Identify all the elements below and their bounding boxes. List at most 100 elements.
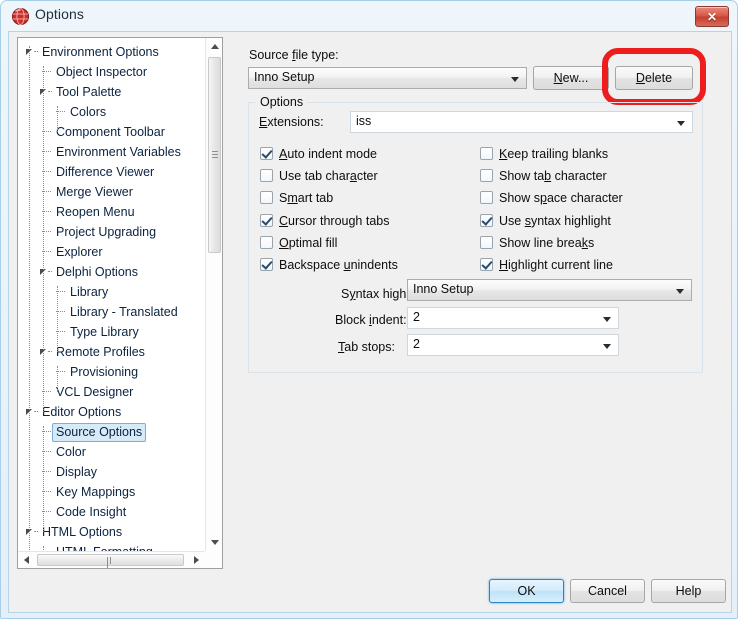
- title-bar: Options ✕: [1, 1, 738, 31]
- tree-connector: [48, 351, 52, 352]
- checkbox-label: Keep trailing blanks: [499, 147, 609, 161]
- tree-item-label: Environment Options: [42, 45, 159, 59]
- tree-item-remote-profiles[interactable]: Remote Profiles: [18, 342, 204, 362]
- grip-icon: [212, 151, 218, 159]
- tree-item-component-toolbar[interactable]: Component Toolbar: [18, 122, 204, 142]
- tree-item-label: Editor Options: [42, 405, 122, 419]
- tree-item-label: VCL Designer: [56, 385, 134, 399]
- checkbox-label: Use syntax highlight: [499, 213, 611, 228]
- tree-item-environment-options[interactable]: Environment Options: [18, 42, 204, 62]
- tree-item-code-insight[interactable]: Code Insight: [18, 502, 204, 522]
- tree-guide-line: [29, 46, 30, 568]
- globe-icon: [12, 8, 29, 25]
- tree-item-tool-palette[interactable]: Tool Palette: [18, 82, 204, 102]
- tree-item-provisioning[interactable]: Provisioning: [18, 362, 204, 382]
- tree-item-label: Library: [70, 285, 109, 299]
- block-indent-value: 2: [413, 310, 420, 324]
- tree-item-project-upgrading[interactable]: Project Upgrading: [18, 222, 204, 242]
- tree-item-html-options[interactable]: HTML Options: [18, 522, 204, 542]
- tree-item-label: Explorer: [56, 245, 103, 259]
- block-indent-combo[interactable]: 2: [407, 307, 619, 329]
- tree-item-difference-viewer[interactable]: Difference Viewer: [18, 162, 204, 182]
- tree-item-label: Tool Palette: [56, 85, 122, 99]
- tree-guide-line: [57, 106, 58, 132]
- tab-stops-value: 2: [413, 337, 420, 351]
- checkbox-checked-icon: [260, 258, 273, 271]
- ok-button[interactable]: OK: [489, 579, 564, 603]
- settings-tree-items: Environment Options Object Inspector Tool …: [18, 42, 204, 568]
- checkbox-icon: [480, 147, 493, 160]
- tree-item-label: Display: [56, 465, 97, 479]
- checkbox-label: Backspace unindents: [279, 258, 398, 272]
- tree-item-type-library[interactable]: Type Library: [18, 322, 204, 342]
- tree-item-colors[interactable]: Colors: [18, 102, 204, 122]
- checkbox-label: Show tab character: [499, 169, 607, 184]
- tree-item-reopen-menu[interactable]: Reopen Menu: [18, 202, 204, 222]
- tree-item-label: Merge Viewer: [56, 185, 133, 199]
- tree-item-delphi-options[interactable]: Delphi Options: [18, 262, 204, 282]
- new-button[interactable]: New...: [533, 66, 609, 90]
- checkbox-icon: [480, 235, 493, 249]
- checkbox-label: Show space character: [499, 191, 623, 206]
- checkbox-icon: [480, 169, 493, 183]
- extensions-value: iss: [356, 114, 372, 128]
- checkbox-label: Cursor through tabs: [279, 213, 390, 228]
- checkbox-label: Optimal fill: [279, 235, 338, 250]
- tree-connector: [48, 271, 52, 272]
- checkbox-checked-icon: [480, 258, 493, 271]
- options-dialog-window: Options ✕ Environment Options Object Insp…: [0, 0, 738, 619]
- close-button[interactable]: ✕: [695, 6, 729, 27]
- tree-item-library[interactable]: Library: [18, 282, 204, 302]
- chevron-right-icon: [194, 556, 199, 564]
- cancel-button[interactable]: Cancel: [570, 579, 645, 603]
- tree-item-environment-variables[interactable]: Environment Variables: [18, 142, 204, 162]
- tree-item-color[interactable]: Color: [18, 442, 204, 462]
- tree-item-merge-viewer[interactable]: Merge Viewer: [18, 182, 204, 202]
- scroll-down-button[interactable]: [206, 534, 222, 551]
- tree-guide-line: [43, 66, 44, 412]
- tree-horizontal-scroll-thumb[interactable]: [37, 554, 184, 568]
- block-indent-label: Block indent:: [335, 313, 407, 327]
- source-file-type-combo[interactable]: Inno Setup: [248, 67, 527, 89]
- tree-item-source-options[interactable]: Source Options: [18, 422, 204, 442]
- delete-button[interactable]: Delete: [615, 66, 693, 90]
- scroll-up-button[interactable]: [206, 38, 222, 55]
- tree-item-label: Reopen Menu: [56, 205, 135, 219]
- tree-item-object-inspector[interactable]: Object Inspector: [18, 62, 204, 82]
- tree-connector: [34, 51, 38, 52]
- tree-item-label: Component Toolbar: [56, 125, 165, 139]
- tree-item-vcl-designer[interactable]: VCL Designer: [18, 382, 204, 402]
- scroll-left-button[interactable]: [18, 552, 35, 568]
- checkbox-icon: [260, 169, 273, 183]
- tree-item-label: Delphi Options: [56, 265, 138, 279]
- options-groupbox-title: Options: [256, 95, 308, 109]
- tree-vertical-scrollbar[interactable]: [205, 38, 222, 551]
- grip-icon: [106, 557, 115, 568]
- tree-item-display[interactable]: Display: [18, 462, 204, 482]
- tree-horizontal-scrollbar[interactable]: [18, 551, 222, 568]
- tree-connector: [48, 91, 52, 92]
- tree-item-label: Type Library: [70, 325, 139, 339]
- syntax-highlighter-combo[interactable]: Inno Setup: [407, 279, 692, 301]
- help-button[interactable]: Help: [651, 579, 726, 603]
- extensions-combo[interactable]: iss: [350, 111, 693, 133]
- tab-stops-combo[interactable]: 2: [407, 334, 619, 356]
- tree-item-label: Color: [56, 445, 86, 459]
- tree-item-label: Library - Translated: [70, 305, 178, 319]
- tree-connector: [34, 411, 38, 412]
- scroll-right-button[interactable]: [188, 552, 205, 568]
- tree-item-key-mappings[interactable]: Key Mappings: [18, 482, 204, 502]
- checkbox-label: Use tab character: [279, 169, 378, 184]
- tree-vertical-scroll-thumb[interactable]: [208, 57, 221, 253]
- checkbox-label: Highlight current line: [499, 258, 613, 272]
- tab-stops-label: Tab stops:: [338, 340, 395, 354]
- tree-item-label: Key Mappings: [56, 485, 136, 499]
- scrollbar-corner: [205, 551, 222, 568]
- tree-item-label: Project Upgrading: [56, 225, 157, 239]
- tree-item-label: Source Options: [52, 423, 147, 442]
- tree-item-explorer[interactable]: Explorer: [18, 242, 204, 262]
- tree-item-editor-options[interactable]: Editor Options: [18, 402, 204, 422]
- tree-item-library-translated[interactable]: Library - Translated: [18, 302, 204, 322]
- settings-tree[interactable]: Environment Options Object Inspector Tool …: [17, 37, 223, 569]
- tree-item-label: HTML Options: [42, 525, 123, 539]
